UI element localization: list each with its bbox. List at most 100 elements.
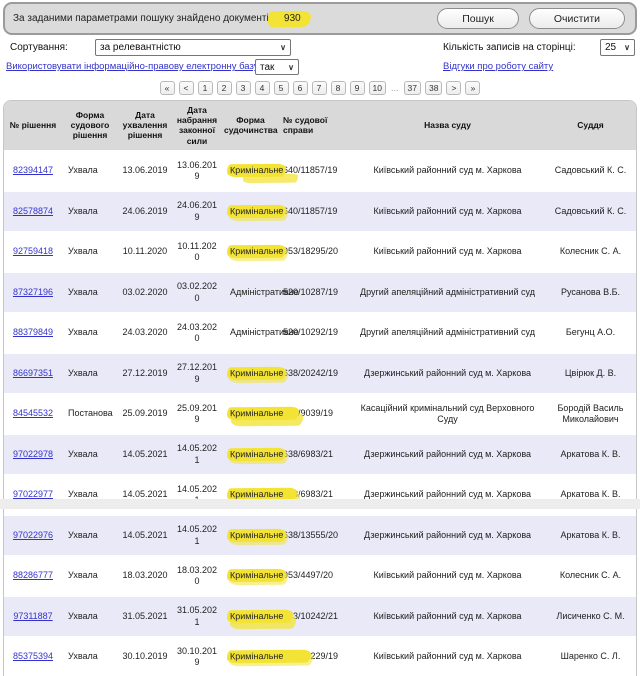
decision-link[interactable]: 84545532	[13, 408, 53, 418]
decision-link[interactable]: 97311887	[13, 611, 52, 621]
decision-date-cell: 10.11.2020	[118, 231, 172, 272]
judge-cell: Колесник С. А.	[543, 231, 637, 272]
justice-type-text: Кримінальне	[227, 448, 286, 462]
column-header: Дата набрання законної сили	[172, 101, 222, 150]
page-button-6[interactable]: 6	[293, 81, 308, 95]
decision-link[interactable]: 82578874	[13, 206, 53, 216]
decision-date-cell: 31.05.2021	[118, 595, 172, 636]
court-name-cell: Касаційний кримінальний суд Верховного С…	[352, 393, 543, 434]
decision-number-cell: 87327196	[4, 271, 62, 312]
decision-form-cell: Постанова	[62, 393, 118, 434]
table-row: 97022976 Ухвала 14.05.2021 14.05.2021 Кр…	[4, 514, 637, 555]
judge-cell: Аркатова К. В.	[543, 433, 637, 474]
topbar-buttons: Пошук Очистити	[437, 8, 627, 29]
decision-form-cell: Ухвала	[62, 312, 118, 353]
force-date-cell: 24.03.2020	[172, 312, 222, 353]
page-button-prev[interactable]: <	[179, 81, 194, 95]
page-button-9[interactable]: 9	[350, 81, 365, 95]
decision-date-cell: 25.09.2019	[118, 393, 172, 434]
court-name-cell: Дзержинський районний суд м. Харкова	[352, 352, 543, 393]
decision-number-cell: 97022976	[4, 514, 62, 555]
table-row: 82394147 Ухвала 13.06.2019 13.06.2019 Кр…	[4, 150, 637, 191]
decision-number-cell: 84545532	[4, 393, 62, 434]
decision-link[interactable]: 88286777	[13, 570, 53, 580]
page-button-7[interactable]: 7	[312, 81, 327, 95]
decision-link[interactable]: 86697351	[13, 368, 53, 378]
court-name-cell: Другий апеляційний адміністративний суд	[352, 271, 543, 312]
decision-link[interactable]: 97022976	[13, 530, 53, 540]
decision-link[interactable]: 82394147	[13, 165, 53, 175]
court-name-cell: Київський районний суд м. Харкова	[352, 636, 543, 676]
force-date-cell: 31.05.2021	[172, 595, 222, 636]
justice-type-cell: Кримінальне	[222, 190, 279, 231]
decision-link[interactable]: 97022978	[13, 449, 53, 459]
page-button-5[interactable]: 5	[274, 81, 289, 95]
page-button-2[interactable]: 2	[217, 81, 232, 95]
page-size-label: Кількість записів на сторінці:	[443, 42, 576, 53]
page-button-3[interactable]: 3	[236, 81, 251, 95]
page-button-first[interactable]: «	[160, 81, 175, 95]
justice-type-cell: Кримінальне	[222, 433, 279, 474]
decision-link[interactable]: 87327196	[13, 287, 53, 297]
force-date-cell: 30.10.2019	[172, 636, 222, 676]
decision-link[interactable]: 85375394	[13, 651, 53, 661]
judge-cell: Шаренко С. Л.	[543, 636, 637, 676]
legal-base-link[interactable]: Використовувати інформаційно-правову еле…	[6, 61, 261, 72]
decision-date-cell: 13.06.2019	[118, 150, 172, 191]
feedback-link[interactable]: Відгуки про роботу сайту	[443, 61, 553, 72]
decision-form-cell: Ухвала	[62, 514, 118, 555]
chevron-down-icon: ∨	[283, 63, 294, 72]
table-row: 97022978 Ухвала 14.05.2021 14.05.2021 Кр…	[4, 433, 637, 474]
page-button-10[interactable]: 10	[369, 81, 386, 95]
table-body: 82394147 Ухвала 13.06.2019 13.06.2019 Кр…	[4, 150, 637, 676]
court-name-cell: Київський районний суд м. Харкова	[352, 150, 543, 191]
justice-type-text: Кримінальне	[227, 367, 286, 381]
table-row: 87327196 Ухвала 03.02.2020 03.02.2020 Ад…	[4, 271, 637, 312]
clear-button[interactable]: Очистити	[529, 8, 625, 29]
table-row: 97311887 Ухвала 31.05.2021 31.05.2021 Кр…	[4, 595, 637, 636]
page-button-37[interactable]: 37	[404, 81, 421, 95]
page-button-38[interactable]: 38	[425, 81, 442, 95]
page-button-8[interactable]: 8	[331, 81, 346, 95]
decision-form-cell: Ухвала	[62, 190, 118, 231]
page-button-next[interactable]: >	[446, 81, 461, 95]
search-button[interactable]: Пошук	[437, 8, 519, 29]
justice-type-text: Кримінальне	[227, 610, 293, 624]
justice-type-cell: Кримінальне	[222, 595, 279, 636]
decision-date-cell: 30.10.2019	[118, 636, 172, 676]
force-date-cell: 14.05.2021	[172, 514, 222, 555]
justice-type-text: Адміністративне	[227, 326, 302, 339]
decision-link[interactable]: 88379849	[13, 327, 53, 337]
judge-cell: Бородій Василь Миколайович	[543, 393, 637, 434]
decision-number-cell: 86697351	[4, 352, 62, 393]
decision-number-cell: 82578874	[4, 190, 62, 231]
decision-form-cell: Ухвала	[62, 595, 118, 636]
justice-type-cell: Кримінальне	[222, 393, 279, 434]
sort-select[interactable]: за релевантністю ∨	[95, 39, 291, 56]
justice-type-cell: Кримінальне	[222, 636, 279, 676]
force-date-cell: 03.02.2020	[172, 271, 222, 312]
page-button-1[interactable]: 1	[198, 81, 213, 95]
justice-type-text: Кримінальне	[227, 205, 286, 219]
legal-base-select[interactable]: так ∨	[255, 59, 299, 75]
force-date-cell: 14.05.2021	[172, 433, 222, 474]
page-button-4[interactable]: 4	[255, 81, 270, 95]
decision-link[interactable]: 92759418	[13, 246, 53, 256]
page-size-select[interactable]: 25 ∨	[600, 39, 635, 56]
justice-type-cell: Кримінальне	[222, 514, 279, 555]
decision-link[interactable]: 97022977	[13, 489, 53, 499]
summary-label: За заданими параметрами пошуку знайдено …	[13, 13, 277, 24]
table-header-row: № рішенняФорма судового рішенняДата ухва…	[4, 101, 637, 150]
pagination-ellipsis: ...	[390, 83, 400, 93]
table-row: 85375394 Ухвала 30.10.2019 30.10.2019 Кр…	[4, 636, 637, 676]
decision-form-cell: Ухвала	[62, 231, 118, 272]
table-row: 86697351 Ухвала 27.12.2019 27.12.2019 Кр…	[4, 352, 637, 393]
summary-text: За заданими параметрами пошуку знайдено …	[13, 11, 310, 27]
justice-type-cell: Кримінальне	[222, 231, 279, 272]
justice-type-text: Кримінальне	[227, 164, 286, 178]
case-number-cell: 953/18295/20	[279, 231, 352, 272]
court-name-cell: Дзержинський районний суд м. Харкова	[352, 433, 543, 474]
chevron-down-icon: ∨	[275, 43, 286, 52]
case-number-cell: 638/20242/19	[279, 352, 352, 393]
page-button-last[interactable]: »	[465, 81, 480, 95]
